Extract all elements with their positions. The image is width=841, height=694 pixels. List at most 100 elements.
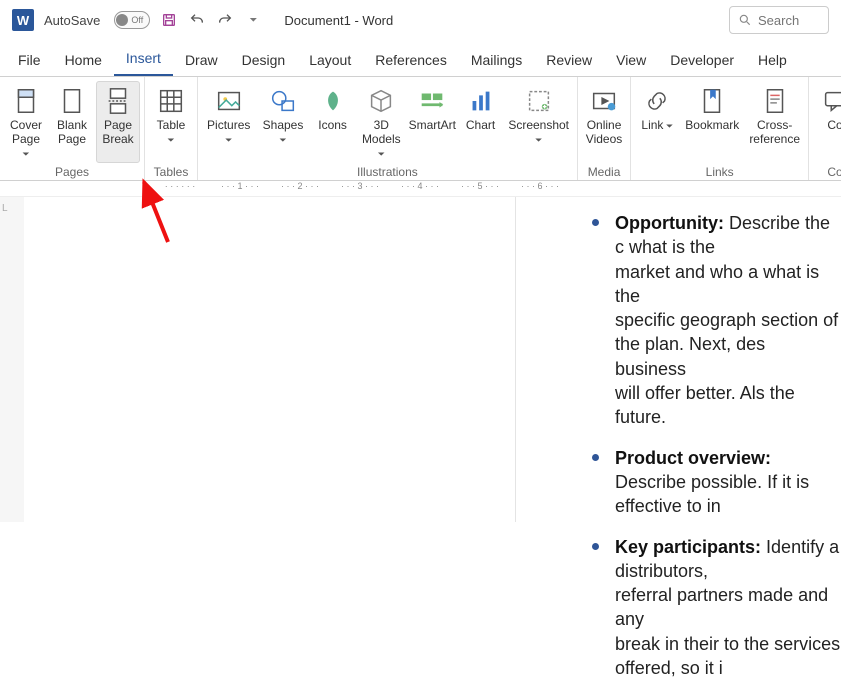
icons-button-label: Icons bbox=[318, 119, 347, 133]
document-content[interactable]: Opportunity: Describe the c what is them… bbox=[516, 197, 841, 522]
bullet-dot-icon bbox=[592, 219, 599, 226]
ribbon: CoverPage ⏷BlankPagePageBreakPagesTable … bbox=[0, 77, 841, 181]
smartart-button-label: SmartArt bbox=[409, 119, 456, 133]
search-icon bbox=[738, 13, 752, 27]
page-break-button-label: PageBreak bbox=[102, 119, 133, 147]
icons-button[interactable]: Icons bbox=[311, 81, 355, 163]
bullet-text[interactable]: Opportunity: Describe the c what is them… bbox=[615, 211, 841, 430]
cover-page-button-label: CoverPage ⏷ bbox=[8, 119, 44, 160]
ribbon-tabs: FileHomeInsertDrawDesignLayoutReferences… bbox=[0, 41, 841, 77]
pictures-button-label: Pictures ⏷ bbox=[206, 119, 251, 147]
left-gutter bbox=[0, 197, 24, 522]
tab-review[interactable]: Review bbox=[534, 44, 604, 76]
link-icon bbox=[641, 85, 673, 117]
autosave-label: AutoSave bbox=[44, 13, 100, 28]
3d-models-icon bbox=[365, 85, 397, 117]
bullet-dot-icon bbox=[592, 543, 599, 550]
tab-mailings[interactable]: Mailings bbox=[459, 44, 534, 76]
online-videos-button-label: OnlineVideos bbox=[586, 119, 622, 147]
search-input[interactable] bbox=[758, 13, 820, 28]
page-break-button[interactable]: PageBreak bbox=[96, 81, 140, 163]
autosave-toggle[interactable]: Off bbox=[114, 11, 150, 29]
smartart-icon bbox=[416, 85, 448, 117]
bullet-item[interactable]: Key participants: Identify a distributor… bbox=[516, 533, 841, 694]
redo-icon[interactable] bbox=[216, 11, 234, 29]
tab-view[interactable]: View bbox=[604, 44, 658, 76]
table-icon bbox=[155, 85, 187, 117]
bookmark-button[interactable]: Bookmark bbox=[681, 81, 743, 163]
3d-models-button[interactable]: 3DModels ⏷ bbox=[357, 81, 406, 163]
icons-icon bbox=[317, 85, 349, 117]
search-box[interactable] bbox=[729, 6, 829, 34]
bullet-dot-icon bbox=[592, 454, 599, 461]
title-bar: W AutoSave Off ⏷ Document1 - Word bbox=[0, 0, 841, 41]
tab-help[interactable]: Help bbox=[746, 44, 799, 76]
tab-references[interactable]: References bbox=[363, 44, 459, 76]
bullet-item[interactable]: Opportunity: Describe the c what is them… bbox=[516, 209, 841, 444]
smartart-button[interactable]: SmartArt bbox=[408, 81, 457, 163]
chart-button-label: Chart bbox=[466, 119, 495, 133]
tab-file[interactable]: File bbox=[6, 44, 53, 76]
group-label-media: Media bbox=[582, 163, 626, 183]
group-links: Link ⏷ Bookmark Cross-reference Links bbox=[631, 77, 809, 180]
group-label-tables: Tables bbox=[149, 163, 193, 183]
blank-page-icon bbox=[56, 85, 88, 117]
group-co: Co Co bbox=[809, 77, 841, 180]
document-title: Document1 - Word bbox=[284, 13, 393, 28]
screenshot-button[interactable]: Screenshot ⏷ bbox=[505, 81, 573, 163]
bookmark-icon bbox=[696, 85, 728, 117]
shapes-icon bbox=[267, 85, 299, 117]
group-pages: CoverPage ⏷ BlankPage PageBreak Pages bbox=[0, 77, 145, 180]
shapes-button-label: Shapes ⏷ bbox=[261, 119, 304, 147]
group-label-illustrations: Illustrations bbox=[202, 163, 573, 183]
autosave-state: Off bbox=[131, 15, 143, 25]
group-label-links: Links bbox=[635, 163, 804, 183]
blank-page-button-label: BlankPage bbox=[57, 119, 87, 147]
table-button[interactable]: Table ⏷ bbox=[149, 81, 193, 163]
bookmark-button-label: Bookmark bbox=[685, 119, 739, 133]
tab-home[interactable]: Home bbox=[53, 44, 114, 76]
cross-reference-button-label: Cross-reference bbox=[749, 119, 800, 147]
chart-button[interactable]: Chart bbox=[459, 81, 503, 163]
tab-layout[interactable]: Layout bbox=[297, 44, 363, 76]
cross-reference-button[interactable]: Cross-reference bbox=[745, 81, 804, 163]
toggle-knob bbox=[116, 14, 128, 26]
save-icon[interactable] bbox=[160, 11, 178, 29]
screenshot-icon bbox=[523, 85, 555, 117]
shapes-button[interactable]: Shapes ⏷ bbox=[257, 81, 308, 163]
comment-button-label: Co bbox=[827, 119, 841, 133]
bullet-text[interactable]: Product overview: Describe possible. If … bbox=[615, 446, 841, 519]
group-media: OnlineVideos Media bbox=[578, 77, 631, 180]
chart-icon bbox=[465, 85, 497, 117]
tab-insert[interactable]: Insert bbox=[114, 42, 173, 76]
comment-button[interactable]: Co bbox=[813, 81, 841, 163]
group-label-co: Co bbox=[813, 163, 841, 183]
undo-icon[interactable] bbox=[188, 11, 206, 29]
comment-icon bbox=[819, 85, 841, 117]
document-area: Opportunity: Describe the c what is them… bbox=[0, 197, 841, 522]
word-icon: W bbox=[12, 9, 34, 31]
pictures-icon bbox=[213, 85, 245, 117]
group-illustrations: Pictures ⏷ Shapes ⏷ Icons 3DModels ⏷ SmartAr… bbox=[198, 77, 578, 180]
bullet-text[interactable]: Key participants: Identify a distributor… bbox=[615, 535, 841, 681]
group-tables: Table ⏷Tables bbox=[145, 77, 198, 180]
online-videos-icon bbox=[588, 85, 620, 117]
link-button[interactable]: Link ⏷ bbox=[635, 81, 679, 163]
customize-qat-icon[interactable]: ⏷ bbox=[244, 11, 262, 29]
cover-page-icon bbox=[10, 85, 42, 117]
bullet-item[interactable]: Product overview: Describe possible. If … bbox=[516, 444, 841, 533]
tab-draw[interactable]: Draw bbox=[173, 44, 230, 76]
tab-design[interactable]: Design bbox=[230, 44, 298, 76]
blank-page-button[interactable]: BlankPage bbox=[50, 81, 94, 163]
page-break-icon bbox=[102, 85, 134, 117]
online-videos-button[interactable]: OnlineVideos bbox=[582, 81, 626, 163]
3d-models-button-label: 3DModels ⏷ bbox=[361, 119, 402, 160]
pictures-button[interactable]: Pictures ⏷ bbox=[202, 81, 255, 163]
group-label-pages: Pages bbox=[4, 163, 140, 183]
cover-page-button[interactable]: CoverPage ⏷ bbox=[4, 81, 48, 163]
link-button-label: Link ⏷ bbox=[641, 119, 673, 133]
tab-developer[interactable]: Developer bbox=[658, 44, 746, 76]
page-edge bbox=[24, 197, 516, 522]
cross-reference-icon bbox=[759, 85, 791, 117]
screenshot-button-label: Screenshot ⏷ bbox=[508, 119, 569, 147]
